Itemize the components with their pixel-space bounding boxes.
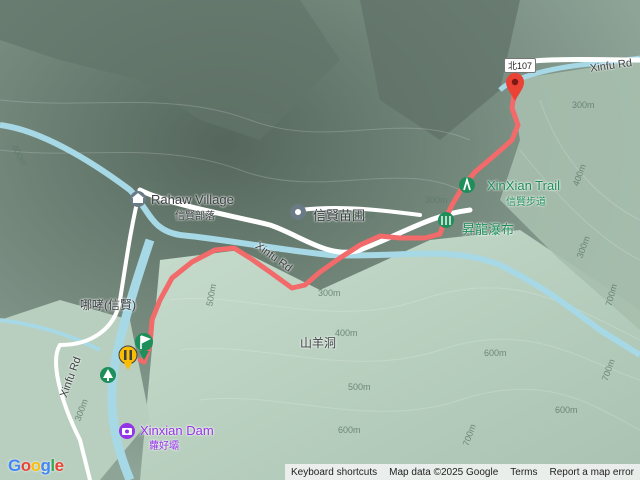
goat-cave-label[interactable]: 山羊洞 xyxy=(300,334,336,351)
contour-label: 300m xyxy=(352,210,375,220)
xinxian-dam-label[interactable]: Xinxian Dam xyxy=(140,423,214,438)
report-error-link[interactable]: Report a map error xyxy=(544,467,640,478)
google-logo: Google xyxy=(8,456,64,476)
xinxian-trail-label[interactable]: XinXian Trail xyxy=(487,178,560,193)
contour-label: 300m xyxy=(425,195,448,205)
xinxian-trail-zh-label: 信賢步道 xyxy=(506,197,546,208)
map-footer: Keyboard shortcuts Map data ©2025 Google… xyxy=(284,464,640,480)
route-shield: 北107 xyxy=(504,58,537,73)
logo-letter: G xyxy=(8,456,21,475)
logo-letter: o xyxy=(20,456,31,475)
xinxian-dam-zh-label: 蘿好壩 xyxy=(149,441,179,452)
temple-icon[interactable] xyxy=(130,191,146,207)
contour-label: 500m xyxy=(348,382,371,392)
trail-icon[interactable] xyxy=(459,176,475,193)
terrain-slope xyxy=(140,230,640,480)
contour-label: 400m xyxy=(305,165,328,175)
keyboard-shortcuts-link[interactable]: Keyboard shortcuts xyxy=(285,467,383,478)
contour-label: 400m xyxy=(335,328,358,338)
contour-label: 500m xyxy=(250,112,273,122)
info-icon[interactable] xyxy=(290,204,306,220)
map-canvas[interactable] xyxy=(0,0,640,480)
contour-label: 300m xyxy=(318,288,341,298)
logo-letter: o xyxy=(30,456,41,475)
waterfall-icon[interactable] xyxy=(438,212,454,228)
rahaw-village-label[interactable]: Rahaw Village xyxy=(151,192,234,207)
contour-label: 600m xyxy=(484,348,507,358)
map-attribution: Map data ©2025 Google xyxy=(389,466,499,478)
village-small-label[interactable]: 哪哮(信賢) xyxy=(80,296,136,313)
terms-link[interactable]: Terms xyxy=(504,467,543,478)
logo-letter: e xyxy=(54,456,64,475)
contour-label: 600m xyxy=(555,405,578,415)
contour-label: 600m xyxy=(338,425,361,435)
logo-letter: g xyxy=(40,456,51,475)
camera-icon[interactable] xyxy=(119,423,135,439)
tree-icon[interactable] xyxy=(100,367,116,383)
contour-label: 300m xyxy=(142,180,165,190)
waterfall-label[interactable]: 昇龍瀑布 xyxy=(462,219,514,238)
contour-label: 300m xyxy=(572,100,595,110)
rahaw-village-zh-label: 信賢部落 xyxy=(175,211,215,222)
